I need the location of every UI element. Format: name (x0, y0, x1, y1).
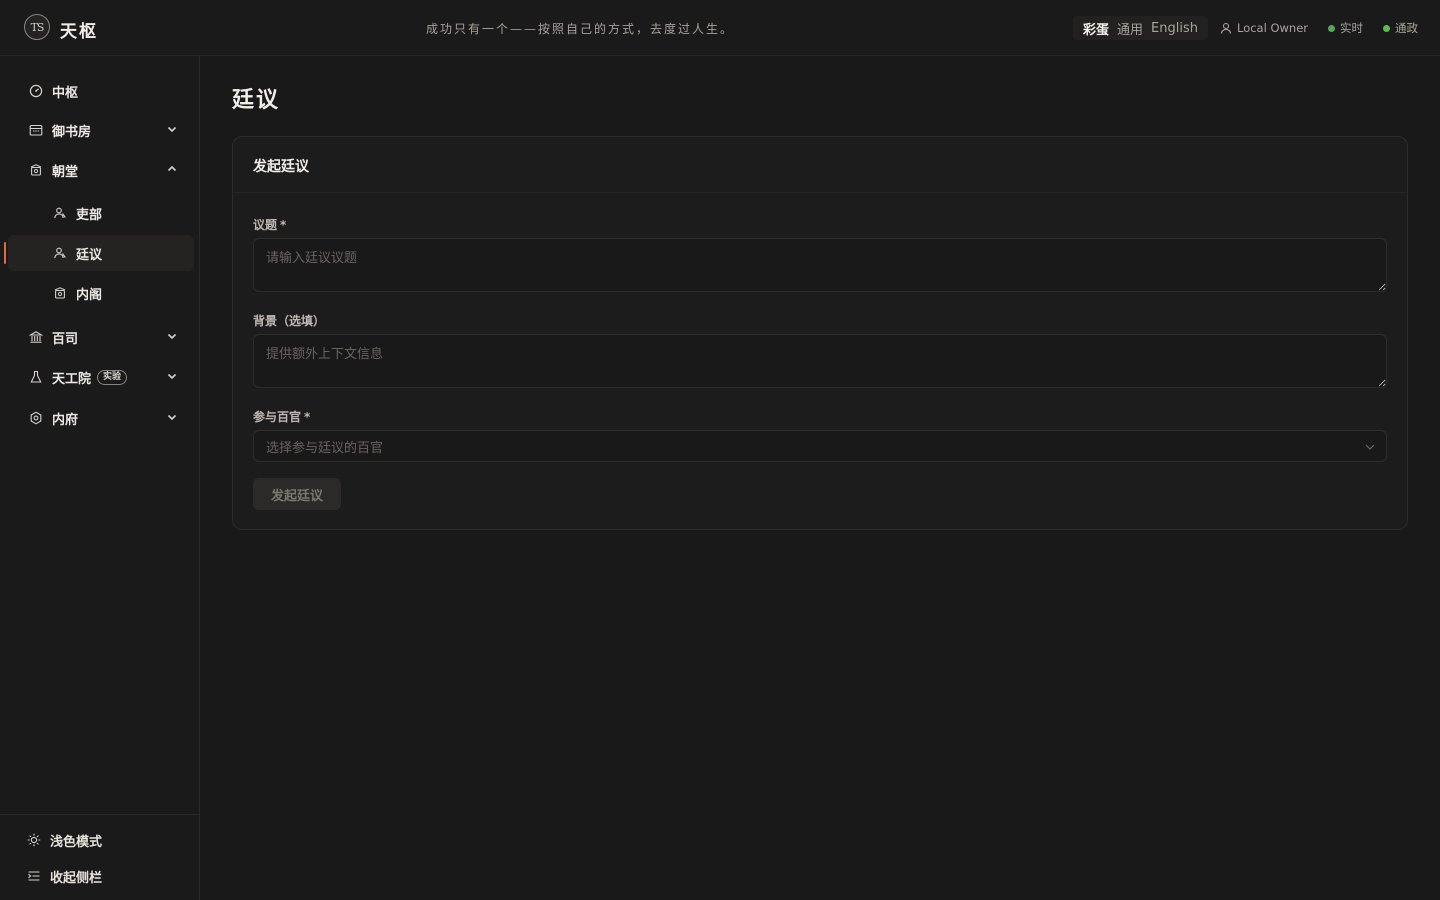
chevron-down-icon (167, 414, 177, 421)
card-title: 发起廷议 (253, 159, 309, 175)
sidebar-item-label: 吏部 (76, 207, 103, 223)
officials-label: 参与百官 * (253, 408, 310, 425)
chevron-down-icon (1365, 444, 1375, 450)
calendar-icon (28, 122, 44, 138)
theme-toggle-label: 浅色模式 (50, 834, 103, 850)
lang-option-easter-egg[interactable]: 彩蛋 (1079, 19, 1113, 38)
motto-text: 成功只有一个——按照自己的方式，去度过人生。 (425, 22, 734, 36)
background-label: 背景（选填） (253, 314, 326, 328)
sidebar: 中枢 御书房 朝堂 吏部 廷议 内阁 百司 天工院 实验 内府 浅色模式 收起侧… (0, 56, 200, 900)
background-input[interactable] (253, 334, 1387, 388)
top-bar: TS 天枢 成功只有一个——按照自己的方式，去度过人生。 彩蛋 通用 Engli… (0, 0, 1440, 56)
page-title: 廷议 (232, 88, 281, 113)
chevron-up-icon (167, 165, 177, 172)
language-switcher: 彩蛋 通用 English (1073, 16, 1208, 40)
sidebar-item-cabinet[interactable]: 内阁 (8, 275, 194, 311)
user-icon (1220, 22, 1232, 34)
settings-icon (28, 410, 44, 426)
officials-label-text: 参与百官 (253, 410, 302, 424)
people-icon (52, 245, 68, 261)
theme-toggle-button[interactable]: 浅色模式 (26, 829, 102, 851)
chevron-down-icon (167, 333, 177, 340)
people-icon (52, 205, 68, 221)
sidebar-item-inner-court[interactable]: 内府 (8, 400, 194, 436)
sun-icon (26, 832, 42, 848)
sidebar-item-label: 廷议 (76, 247, 103, 263)
active-indicator (4, 242, 6, 264)
collapse-sidebar-button[interactable]: 收起侧栏 (26, 865, 102, 887)
sidebar-item-label: 中枢 (52, 85, 79, 101)
collapse-label: 收起侧栏 (50, 870, 103, 886)
sidebar-item-deliberation[interactable]: 廷议 (8, 235, 194, 271)
sidebar-item-label: 内府 (52, 412, 79, 428)
flask-icon (28, 369, 44, 385)
owner-label: Local Owner (1236, 21, 1308, 35)
card-header: 发起廷议 (233, 137, 1407, 193)
chevron-down-icon (167, 126, 177, 133)
sidebar-item-court[interactable]: 朝堂 (8, 152, 194, 188)
header-actions: 彩蛋 通用 English Local Owner 实时 通政 (1073, 16, 1418, 40)
status-gov: 通政 (1383, 20, 1418, 36)
dashboard-icon (28, 83, 44, 99)
topic-label-text: 议题 (253, 218, 278, 232)
sidebar-item-lab[interactable]: 天工院 实验 (8, 359, 194, 395)
officials-select-placeholder: 选择参与廷议的百官 (266, 440, 384, 456)
topic-input[interactable] (253, 238, 1387, 292)
status-dot-icon (1328, 24, 1335, 32)
sidebar-item-label: 御书房 (52, 124, 92, 140)
status-live: 实时 (1328, 20, 1363, 36)
sidebar-item-study[interactable]: 御书房 (8, 112, 194, 148)
deliberation-form-card: 发起廷议 议题* 背景（选填） 参与百官* 选择参与廷议的百官 发起廷议 (232, 136, 1408, 530)
lang-option-english[interactable]: English (1147, 21, 1202, 36)
hall-icon (28, 162, 44, 178)
sidebar-item-personnel[interactable]: 吏部 (8, 195, 194, 231)
chevron-down-icon (167, 373, 177, 380)
sidebar-item-label: 天工院 (52, 371, 92, 387)
sidebar-item-dashboard[interactable]: 中枢 (8, 73, 194, 109)
experimental-badge: 实验 (97, 369, 128, 385)
officials-select[interactable]: 选择参与廷议的百官 (253, 430, 1387, 462)
hall-icon (52, 285, 68, 301)
collapse-icon (26, 868, 42, 884)
lang-option-general[interactable]: 通用 (1113, 19, 1147, 38)
status-gov-label: 通政 (1395, 21, 1418, 35)
topic-label: 议题 * (253, 216, 286, 233)
submit-deliberation-button[interactable]: 发起廷议 (253, 478, 341, 510)
owner-indicator[interactable]: Local Owner (1220, 21, 1308, 35)
status-live-label: 实时 (1340, 21, 1363, 35)
status-dot-icon (1383, 24, 1390, 32)
sidebar-item-label: 朝堂 (52, 164, 79, 180)
sidebar-item-label: 百司 (52, 331, 79, 347)
required-marker: * (304, 410, 311, 424)
required-marker: * (280, 218, 287, 232)
sidebar-item-departments[interactable]: 百司 (8, 319, 194, 355)
sidebar-item-label: 内阁 (76, 287, 103, 303)
bank-icon (28, 329, 44, 345)
sidebar-divider (0, 814, 200, 815)
